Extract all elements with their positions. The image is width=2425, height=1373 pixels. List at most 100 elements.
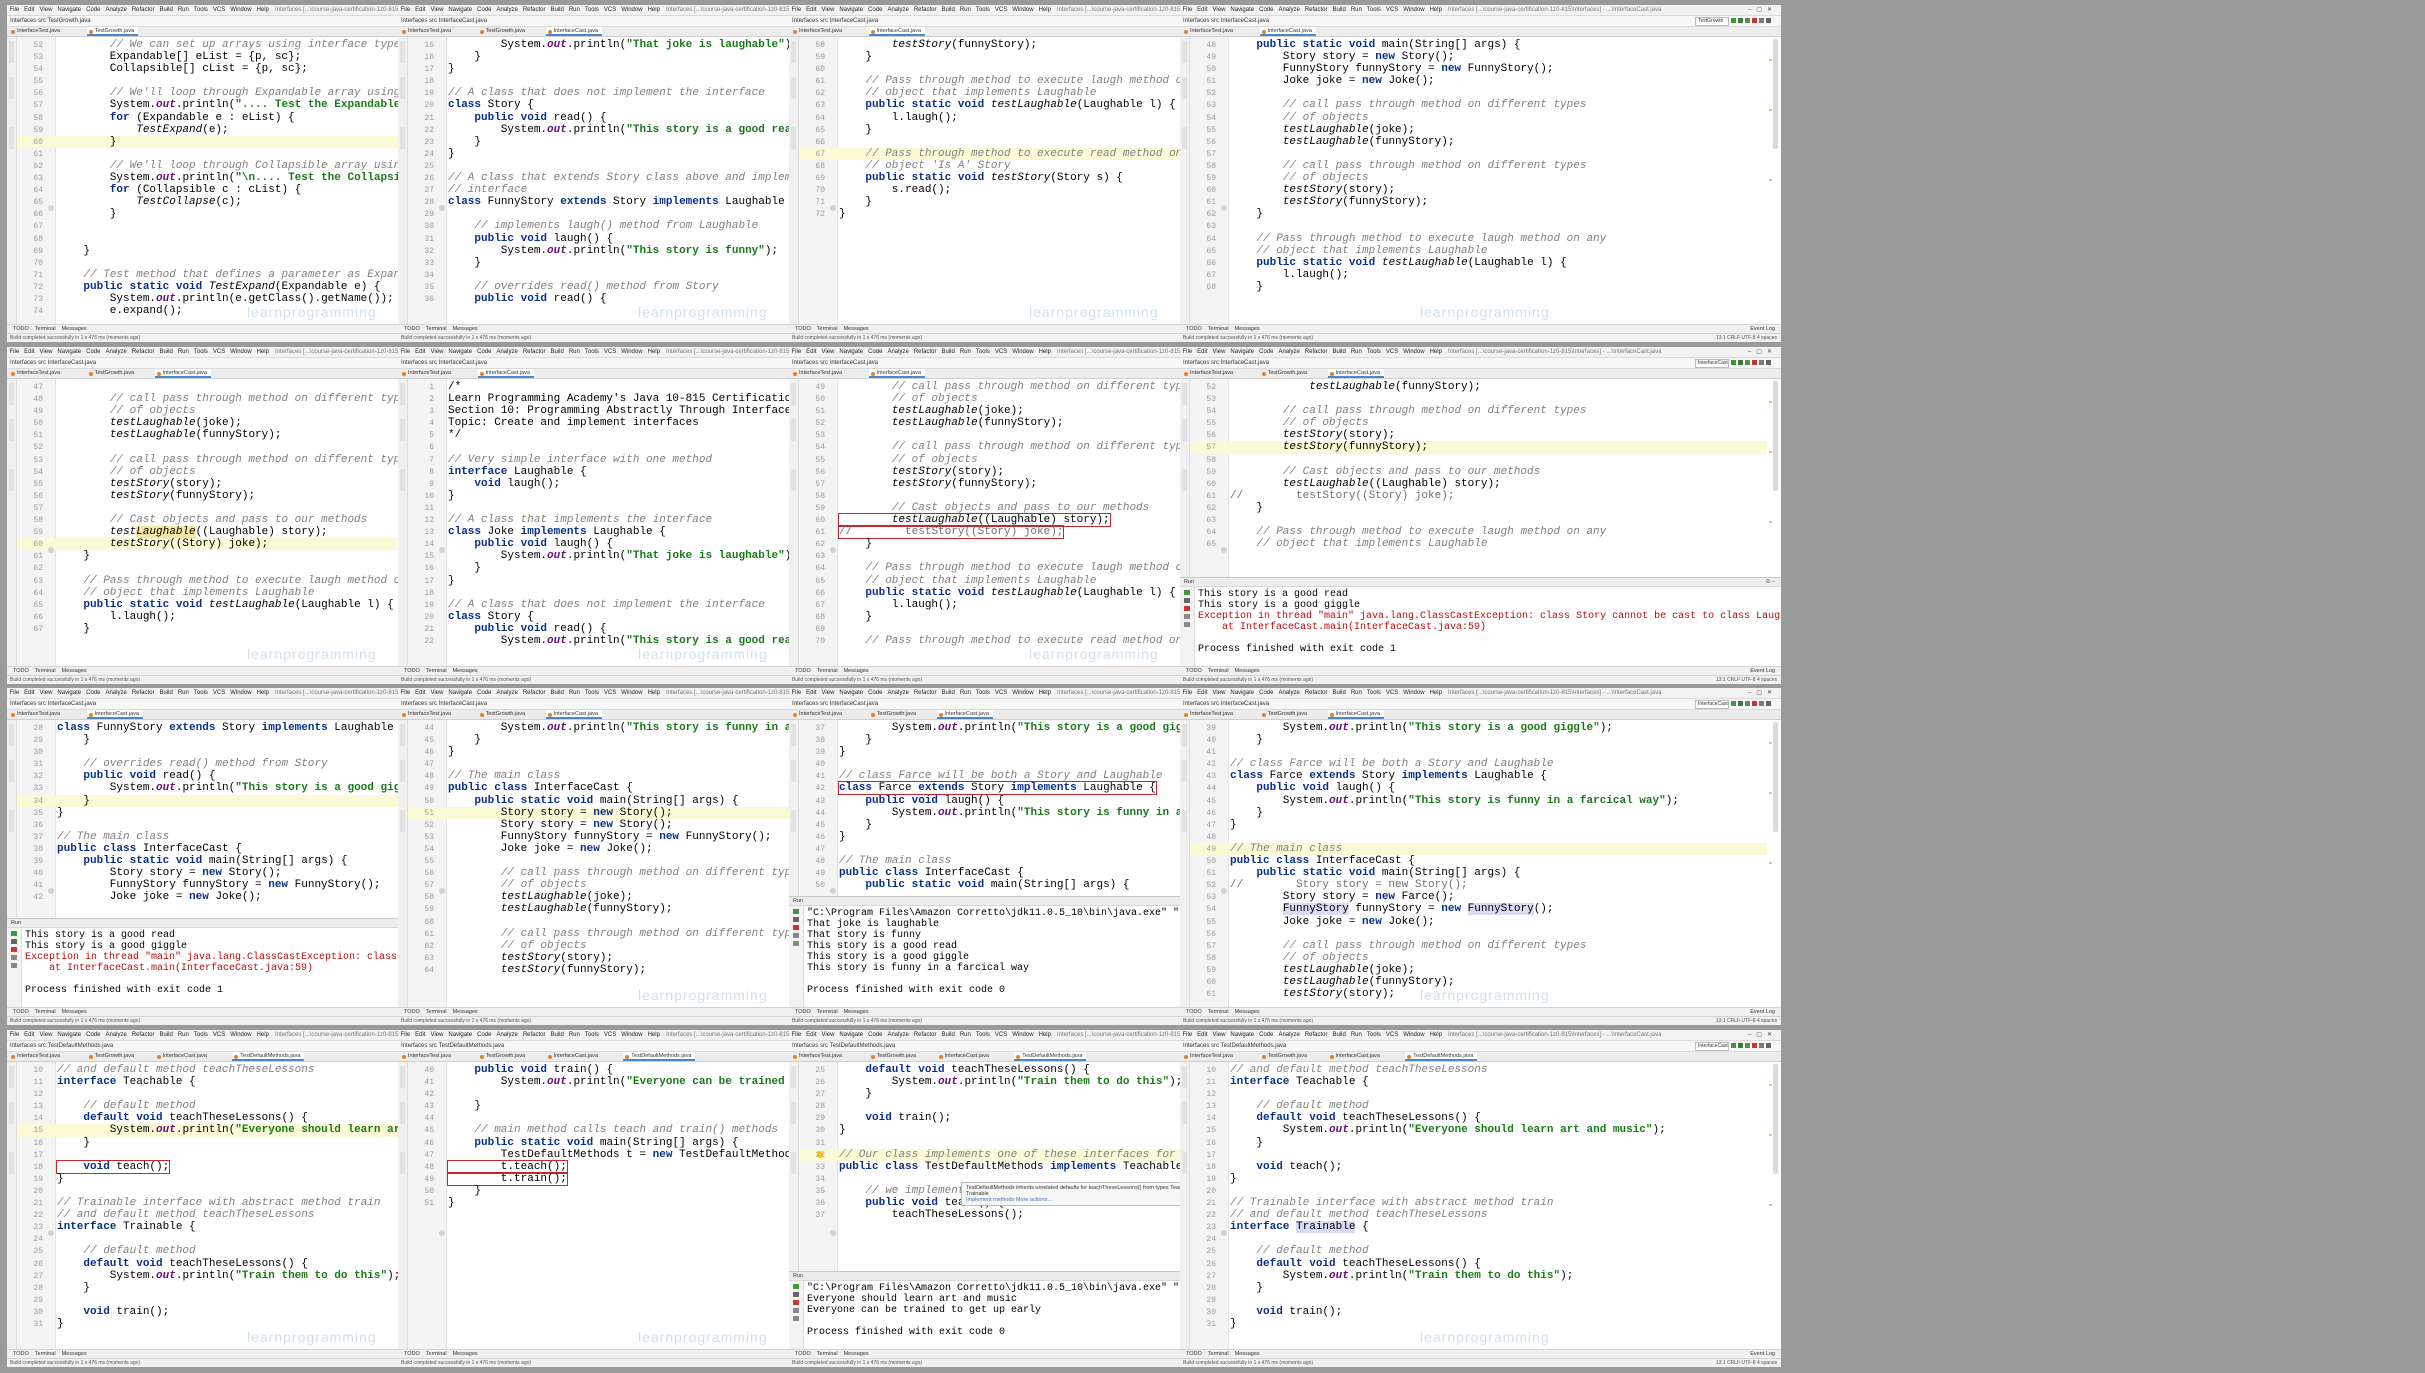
- menu-item-run[interactable]: Run: [566, 5, 582, 15]
- menu-item-edit[interactable]: Edit: [413, 347, 428, 357]
- menu-item-view[interactable]: View: [1210, 688, 1228, 698]
- menu-item-edit[interactable]: Edit: [22, 688, 37, 698]
- menu-item-code[interactable]: Code: [1257, 688, 1276, 698]
- editor-tab[interactable]: InterfaceTest.java: [1182, 710, 1237, 719]
- editor-tab[interactable]: InterfaceTest.java: [791, 369, 846, 378]
- menu-item-view[interactable]: View: [428, 1030, 446, 1040]
- run-configuration-select[interactable]: InterfaceCast: [1695, 359, 1729, 368]
- console-tool-icon[interactable]: [1184, 622, 1190, 627]
- menu-item-help[interactable]: Help: [1036, 688, 1053, 698]
- breadcrumb[interactable]: Interfaces src InterfaceCast.java: [1183, 700, 1269, 709]
- tool-window-button[interactable]: [9, 760, 14, 782]
- menu-item-refactor[interactable]: Refactor: [129, 1030, 157, 1040]
- menu-item-analyze[interactable]: Analyze: [103, 347, 129, 357]
- menu-item-analyze[interactable]: Analyze: [1276, 688, 1302, 698]
- menu-item-file[interactable]: File: [789, 1030, 804, 1040]
- menu-item-build[interactable]: Build: [157, 1030, 175, 1040]
- coverage-icon[interactable]: [1745, 360, 1750, 365]
- menu-item-window[interactable]: Window: [228, 1030, 254, 1040]
- menu-item-edit[interactable]: Edit: [804, 347, 819, 357]
- run-tab-label[interactable]: Run: [793, 897, 803, 905]
- tool-window-button[interactable]: [1182, 419, 1187, 441]
- project-tool-strip[interactable]: [1180, 720, 1190, 1007]
- stop-icon[interactable]: [1752, 1043, 1757, 1048]
- menu-item-view[interactable]: View: [428, 5, 446, 15]
- coverage-icon[interactable]: [1745, 701, 1750, 706]
- breadcrumb[interactable]: Interfaces src InterfaceCast.java: [401, 17, 487, 26]
- menu-item-edit[interactable]: Edit: [413, 688, 428, 698]
- menu-item-code[interactable]: Code: [84, 5, 103, 15]
- code-editor[interactable]: 10// and default method teachTheseLesson…: [1190, 1064, 1767, 1330]
- tool-window-button[interactable]: [9, 419, 14, 441]
- menu-item-run[interactable]: Run: [957, 688, 973, 698]
- editor-tab[interactable]: TestGrowth.java: [478, 710, 529, 719]
- menu-item-run[interactable]: Run: [175, 5, 191, 15]
- menu-item-help[interactable]: Help: [645, 5, 662, 15]
- console-tool-icon[interactable]: [793, 941, 799, 946]
- editor-tab[interactable]: TestDefaultMethods.java: [623, 1052, 696, 1061]
- tool-window-button[interactable]: [1182, 760, 1187, 782]
- editor-tab[interactable]: InterfaceCast.java: [1327, 710, 1384, 719]
- tool-window-button[interactable]: [400, 1152, 405, 1174]
- editor-tab[interactable]: InterfaceCast.java: [545, 27, 602, 36]
- project-tool-strip[interactable]: [398, 37, 408, 324]
- menu-item-window[interactable]: Window: [1010, 5, 1036, 15]
- coverage-icon[interactable]: [1745, 1043, 1750, 1048]
- menu-item-tools[interactable]: Tools: [1364, 5, 1383, 15]
- editor-tab[interactable]: InterfaceCast.java: [1327, 369, 1384, 378]
- menu-item-navigate[interactable]: Navigate: [1228, 347, 1257, 357]
- menu-item-window[interactable]: Window: [619, 347, 645, 357]
- editor-tab[interactable]: TestGrowth.java: [478, 27, 529, 36]
- editor-tab[interactable]: InterfaceTest.java: [9, 27, 64, 36]
- menu-item-navigate[interactable]: Navigate: [1228, 5, 1257, 15]
- menu-item-tools[interactable]: Tools: [582, 1030, 601, 1040]
- error-stripe-mark[interactable]: [1769, 1134, 1772, 1136]
- menu-item-navigate[interactable]: Navigate: [55, 5, 84, 15]
- menu-item-edit[interactable]: Edit: [1195, 1030, 1210, 1040]
- error-stripe-mark[interactable]: [1769, 792, 1772, 794]
- menu-item-edit[interactable]: Edit: [804, 1030, 819, 1040]
- console-tool-icon[interactable]: [11, 963, 17, 968]
- menu-item-code[interactable]: Code: [475, 5, 494, 15]
- menu-item-help[interactable]: Help: [254, 1030, 271, 1040]
- menu-item-window[interactable]: Window: [1010, 347, 1036, 357]
- tool-window-button[interactable]: [400, 77, 405, 99]
- menu-item-navigate[interactable]: Navigate: [446, 688, 475, 698]
- menu-item-view[interactable]: View: [819, 1030, 837, 1040]
- console-tool-icon[interactable]: [793, 933, 799, 938]
- menu-item-file[interactable]: File: [7, 347, 22, 357]
- menu-item-tools[interactable]: Tools: [191, 5, 210, 15]
- tool-window-button[interactable]: [791, 810, 796, 832]
- tool-window-button[interactable]: [791, 41, 796, 63]
- menu-item-edit[interactable]: Edit: [1195, 347, 1210, 357]
- menu-item-edit[interactable]: Edit: [22, 1030, 37, 1040]
- menu-item-code[interactable]: Code: [1257, 1030, 1276, 1040]
- menu-item-view[interactable]: View: [1210, 5, 1228, 15]
- menu-item-file[interactable]: File: [398, 5, 413, 15]
- menu-item-run[interactable]: Run: [175, 347, 191, 357]
- project-tool-strip[interactable]: [398, 720, 408, 1007]
- editor-tab[interactable]: InterfaceTest.java: [400, 710, 455, 719]
- breadcrumb[interactable]: Interfaces src TestDefaultMethods.java: [401, 1042, 504, 1051]
- tool-window-button[interactable]: [9, 1152, 14, 1174]
- editor-tab[interactable]: InterfaceCast.java: [545, 710, 602, 719]
- menu-item-refactor[interactable]: Refactor: [129, 688, 157, 698]
- tool-window-button[interactable]: [9, 77, 14, 99]
- menu-item-help[interactable]: Help: [645, 347, 662, 357]
- menu-item-view[interactable]: View: [1210, 1030, 1228, 1040]
- error-stripe-mark[interactable]: [1769, 1204, 1772, 1206]
- menu-item-run[interactable]: Run: [1348, 688, 1364, 698]
- menu-item-analyze[interactable]: Analyze: [103, 1030, 129, 1040]
- project-tool-strip[interactable]: [7, 379, 17, 666]
- tool-window-button[interactable]: [791, 1152, 796, 1174]
- menu-item-view[interactable]: View: [819, 688, 837, 698]
- console-tool-icon[interactable]: [1184, 614, 1190, 619]
- menu-item-code[interactable]: Code: [1257, 5, 1276, 15]
- build-icon[interactable]: [1759, 1043, 1764, 1048]
- editor-tab[interactable]: InterfaceCast.java: [1259, 27, 1316, 36]
- menu-item-analyze[interactable]: Analyze: [885, 5, 911, 15]
- console-tool-icon[interactable]: [1184, 590, 1190, 595]
- stop-icon[interactable]: [1752, 360, 1757, 365]
- breadcrumb[interactable]: Interfaces src InterfaceCast.java: [10, 700, 96, 709]
- menu-item-vcs[interactable]: VCS: [1383, 347, 1400, 357]
